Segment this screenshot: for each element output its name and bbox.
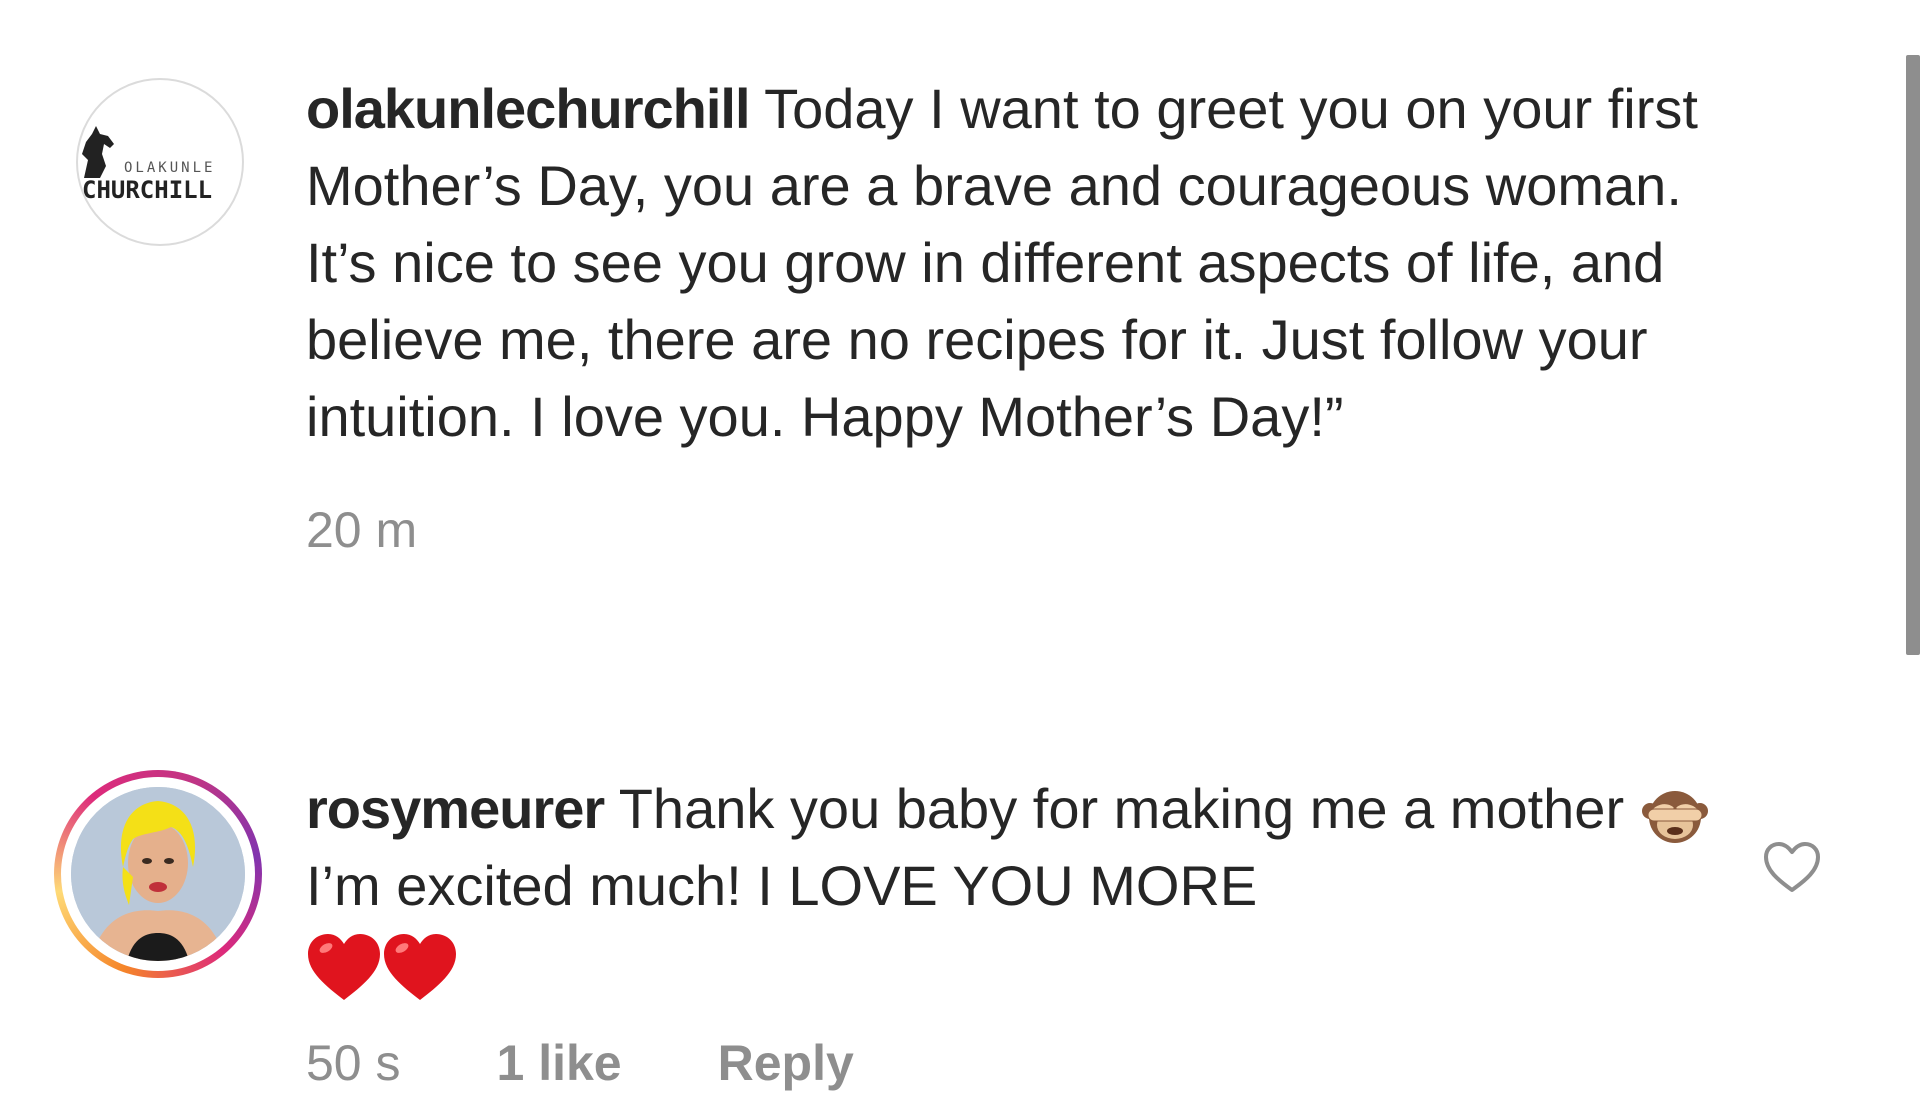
- comment-text: rosymeurer Thank you baby for making me …: [306, 770, 1736, 1002]
- avatar[interactable]: OLAKUNLE CHURCHILL: [76, 78, 244, 246]
- avatar-logo: OLAKUNLE CHURCHILL: [76, 78, 244, 246]
- comment-body: olakunlechurchill Today I want to greet …: [306, 70, 1786, 559]
- comment-message-part2: I’m excited much! I LOVE YOU MORE: [306, 854, 1258, 917]
- avatar-photo: [71, 787, 245, 961]
- horse-logo-icon: [82, 126, 114, 178]
- likes-count[interactable]: 1 like: [497, 1034, 622, 1092]
- logo-text-small: OLAKUNLE: [124, 160, 216, 176]
- scrollbar[interactable]: [1906, 55, 1920, 655]
- comments-view: OLAKUNLE CHURCHILL olakunlechurchill Tod…: [0, 0, 1920, 1120]
- comment-message-part1: Thank you baby for making me a mother: [618, 777, 1625, 840]
- logo-text-big: CHURCHILL: [82, 176, 213, 204]
- username-link[interactable]: olakunlechurchill: [306, 77, 751, 140]
- reply-button[interactable]: Reply: [718, 1034, 854, 1092]
- like-heart-icon[interactable]: [1762, 840, 1822, 894]
- heart-emojis: [306, 931, 458, 1001]
- profile-photo-icon: [71, 787, 245, 961]
- comment-meta: 20 m: [306, 501, 1786, 559]
- username-link[interactable]: rosymeurer: [306, 777, 605, 840]
- red-heart-icon: [308, 934, 380, 1001]
- comment-text: olakunlechurchill Today I want to greet …: [306, 70, 1766, 455]
- comment-body: rosymeurer Thank you baby for making me …: [306, 770, 1786, 1092]
- red-heart-icon: [384, 934, 456, 1001]
- comment-time[interactable]: 20 m: [306, 501, 417, 559]
- story-ring: [54, 770, 262, 978]
- comment-meta: 50 s 1 like Reply: [306, 1034, 1786, 1092]
- avatar[interactable]: [54, 770, 262, 978]
- see-no-evil-monkey-icon: [1641, 791, 1708, 844]
- comment-time[interactable]: 50 s: [306, 1034, 401, 1092]
